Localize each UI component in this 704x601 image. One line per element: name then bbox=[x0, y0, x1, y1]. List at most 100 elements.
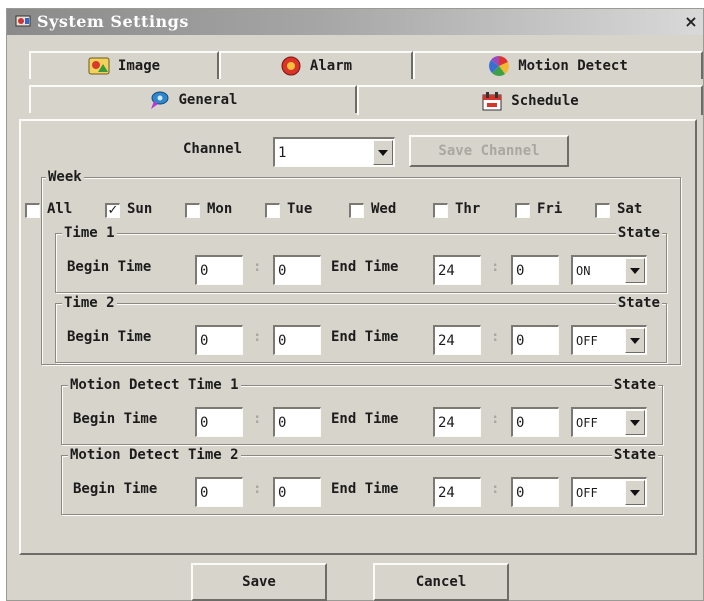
begin-minute-input[interactable]: 0 bbox=[273, 325, 321, 355]
day-label-tue: Tue bbox=[287, 201, 313, 217]
day-checkbox-all[interactable] bbox=[25, 203, 40, 218]
end-hour-input[interactable]: 24 bbox=[433, 407, 481, 437]
state-label: State bbox=[611, 446, 658, 464]
begin-time-label: Begin Time bbox=[67, 329, 152, 345]
end-time-label: End Time bbox=[331, 481, 399, 497]
begin-hour-input[interactable]: 0 bbox=[195, 477, 243, 507]
save-button-label: Save bbox=[242, 574, 276, 590]
end-hour-input[interactable]: 24 bbox=[433, 255, 481, 285]
time-separator: : bbox=[491, 259, 500, 275]
schedule-panel: Channel 1 Save Channel Week All ✓ Sun Mon Tu… bbox=[19, 119, 697, 555]
schedule-title: Time 2 bbox=[62, 294, 117, 312]
state-select[interactable]: OFF bbox=[571, 477, 647, 507]
day-label-mon: Mon bbox=[207, 201, 233, 217]
begin-minute-input[interactable]: 0 bbox=[273, 407, 321, 437]
time-separator: : bbox=[253, 481, 262, 497]
end-hour-value: 24 bbox=[438, 485, 455, 501]
image-icon bbox=[88, 57, 110, 75]
end-minute-input[interactable]: 0 bbox=[511, 407, 559, 437]
begin-minute-value: 0 bbox=[278, 263, 287, 279]
close-button[interactable]: × bbox=[681, 12, 701, 32]
cancel-button[interactable]: Cancel bbox=[373, 563, 509, 601]
time-separator: : bbox=[253, 329, 262, 345]
end-hour-value: 24 bbox=[438, 415, 455, 431]
alarm-icon bbox=[281, 56, 301, 76]
day-checkbox-tue[interactable] bbox=[265, 203, 280, 218]
chevron-down-icon[interactable] bbox=[625, 480, 645, 505]
begin-minute-value: 0 bbox=[278, 415, 287, 431]
motion-detect-icon bbox=[489, 56, 510, 76]
begin-time-label: Begin Time bbox=[73, 481, 158, 497]
tab-image[interactable]: Image bbox=[29, 51, 219, 79]
schedule-title: Time 1 bbox=[62, 224, 117, 242]
save-channel-button[interactable]: Save Channel bbox=[409, 135, 569, 167]
window-title: System Settings bbox=[37, 12, 189, 31]
state-label: State bbox=[611, 376, 658, 394]
cancel-button-label: Cancel bbox=[415, 574, 467, 590]
end-hour-input[interactable]: 24 bbox=[433, 477, 481, 507]
state-select[interactable]: OFF bbox=[571, 407, 647, 437]
channel-select[interactable]: 1 bbox=[273, 137, 395, 167]
day-label-wed: Wed bbox=[371, 201, 397, 217]
day-label-sat: Sat bbox=[617, 201, 643, 217]
begin-hour-input[interactable]: 0 bbox=[195, 255, 243, 285]
tab-alarm-label: Alarm bbox=[309, 58, 353, 74]
end-time-label: End Time bbox=[331, 329, 399, 345]
begin-hour-input[interactable]: 0 bbox=[195, 325, 243, 355]
tab-schedule-label: Schedule bbox=[511, 93, 579, 109]
day-checkbox-sun[interactable]: ✓ bbox=[105, 203, 120, 218]
day-checkbox-wed[interactable] bbox=[349, 203, 364, 218]
chevron-down-icon[interactable] bbox=[373, 140, 393, 165]
begin-minute-value: 0 bbox=[278, 333, 287, 349]
day-checkbox-mon[interactable] bbox=[185, 203, 200, 218]
time-separator: : bbox=[253, 259, 262, 275]
time-separator: : bbox=[253, 411, 262, 427]
tab-schedule[interactable]: Schedule bbox=[357, 85, 703, 115]
tab-general[interactable]: General bbox=[29, 85, 357, 113]
day-checkbox-sat[interactable] bbox=[595, 203, 610, 218]
state-label: State bbox=[615, 224, 662, 242]
tab-motion-detect[interactable]: Motion Detect bbox=[413, 51, 703, 79]
end-minute-input[interactable]: 0 bbox=[511, 255, 559, 285]
general-icon bbox=[151, 91, 169, 109]
state-select[interactable]: ON bbox=[571, 255, 647, 285]
day-checkbox-fri[interactable] bbox=[515, 203, 530, 218]
tab-motion-detect-label: Motion Detect bbox=[518, 58, 628, 74]
schedule-icon bbox=[482, 92, 502, 111]
end-minute-value: 0 bbox=[516, 333, 525, 349]
end-minute-value: 0 bbox=[516, 415, 525, 431]
state-select[interactable]: OFF bbox=[571, 325, 647, 355]
day-label-sun: Sun bbox=[127, 201, 153, 217]
chevron-down-icon[interactable] bbox=[625, 410, 645, 435]
begin-hour-value: 0 bbox=[200, 485, 209, 501]
begin-minute-input[interactable]: 0 bbox=[273, 255, 321, 285]
day-checkbox-thr[interactable] bbox=[433, 203, 448, 218]
begin-hour-value: 0 bbox=[200, 263, 209, 279]
time-separator: : bbox=[491, 329, 500, 345]
chevron-down-icon[interactable] bbox=[625, 328, 645, 353]
state-value: OFF bbox=[576, 416, 598, 430]
time-separator: : bbox=[491, 411, 500, 427]
end-minute-input[interactable]: 0 bbox=[511, 325, 559, 355]
begin-hour-value: 0 bbox=[200, 333, 209, 349]
begin-minute-value: 0 bbox=[278, 485, 287, 501]
end-time-label: End Time bbox=[331, 259, 399, 275]
state-value: ON bbox=[576, 264, 591, 278]
chevron-down-icon[interactable] bbox=[625, 258, 645, 283]
end-minute-input[interactable]: 0 bbox=[511, 477, 559, 507]
week-title: Week bbox=[46, 168, 84, 186]
save-button[interactable]: Save bbox=[191, 563, 327, 601]
day-label-fri: Fri bbox=[537, 201, 563, 217]
tab-alarm[interactable]: Alarm bbox=[219, 51, 413, 79]
state-value: OFF bbox=[576, 486, 598, 500]
end-minute-value: 0 bbox=[516, 485, 525, 501]
tab-general-label: General bbox=[178, 92, 238, 108]
tab-image-label: Image bbox=[117, 58, 161, 74]
begin-minute-input[interactable]: 0 bbox=[273, 477, 321, 507]
begin-hour-input[interactable]: 0 bbox=[195, 407, 243, 437]
schedule-title: Motion Detect Time 1 bbox=[68, 376, 241, 394]
end-hour-input[interactable]: 24 bbox=[433, 325, 481, 355]
day-label-thr: Thr bbox=[455, 201, 481, 217]
begin-time-label: Begin Time bbox=[73, 411, 158, 427]
title-bar[interactable]: System Settings × bbox=[7, 9, 703, 35]
